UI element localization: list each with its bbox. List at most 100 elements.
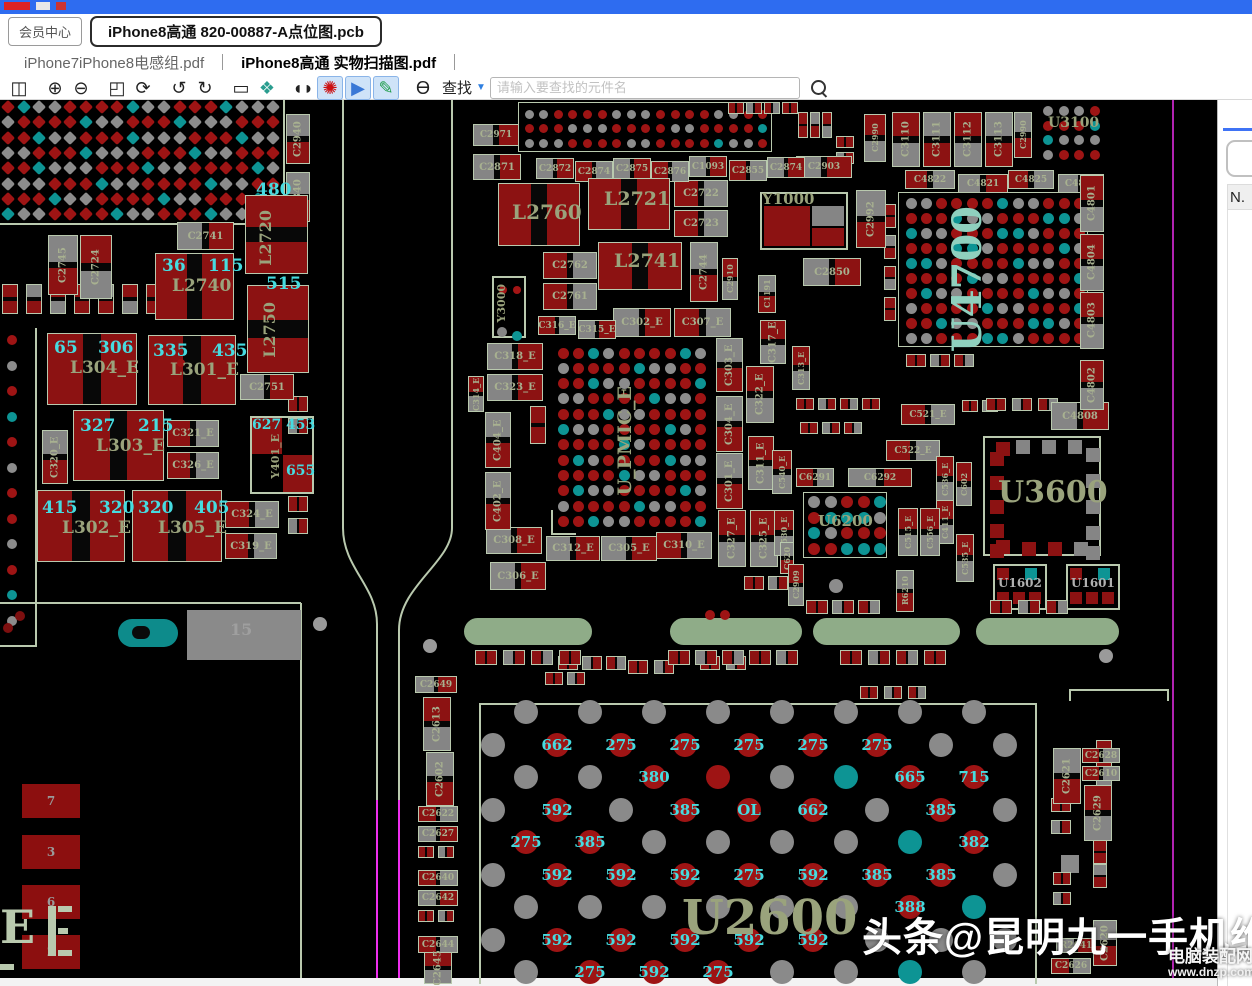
component-L2720[interactable]: [245, 195, 308, 274]
diode-direction-icon[interactable]: ▶: [345, 76, 371, 100]
component-C3112[interactable]: C3112: [954, 112, 982, 167]
component-C2855[interactable]: C2855: [729, 160, 767, 181]
bga-U6200[interactable]: [803, 492, 887, 558]
component-C2628[interactable]: C2628: [1082, 748, 1120, 763]
tab-inductor-pdf[interactable]: iPhone7iPhone8电感组.pdf: [24, 52, 204, 73]
window-titlebar[interactable]: [0, 0, 1252, 14]
component-C2990[interactable]: C2990: [1014, 112, 1032, 158]
component-C3111[interactable]: C3111: [923, 112, 951, 167]
component-C4804[interactable]: C4804: [1080, 234, 1104, 291]
component-C317_E[interactable]: C317_E: [760, 320, 786, 364]
component-C2621[interactable]: C2621: [1053, 748, 1081, 804]
component-C303_E[interactable]: C303_E: [716, 338, 743, 392]
component-C308_E[interactable]: C308_E: [486, 527, 542, 554]
component-C320_E[interactable]: C320_E: [42, 430, 68, 484]
component-C301_E[interactable]: C301_E: [716, 453, 743, 509]
component-C2761[interactable]: C2761: [543, 283, 597, 310]
component-L303_E[interactable]: [73, 410, 164, 481]
component-C322_E[interactable]: C322_E: [746, 366, 774, 423]
component-C2640[interactable]: C2640: [418, 870, 458, 886]
component-L305_E[interactable]: [132, 490, 222, 562]
component-L302_E[interactable]: [37, 490, 125, 562]
component-C306_E[interactable]: C306_E: [490, 562, 546, 590]
component-C324_E[interactable]: C324_E: [225, 501, 279, 528]
refresh-icon[interactable]: ⟳: [131, 77, 155, 99]
search-icon[interactable]: [808, 77, 830, 99]
component-C515_E[interactable]: C515_E: [898, 508, 918, 556]
component-C2910[interactable]: C2910: [722, 258, 738, 300]
panel-search-box[interactable]: [1226, 140, 1252, 177]
component-L2740[interactable]: [155, 253, 234, 320]
component-C321_E[interactable]: C321_E: [167, 420, 219, 447]
component-C2762[interactable]: C2762: [543, 252, 597, 279]
component-C2745[interactable]: C2745: [48, 235, 78, 295]
component-C556_E[interactable]: C556_E: [920, 508, 940, 556]
component-C2751[interactable]: C2751: [240, 374, 294, 400]
component-C2610[interactable]: C2610: [1082, 766, 1120, 781]
component-C2971[interactable]: C2971: [473, 124, 519, 146]
zoom-selection-icon[interactable]: ◰: [105, 77, 129, 99]
component-C313_E[interactable]: C313_E: [792, 346, 810, 390]
component-C2850[interactable]: C2850: [803, 258, 861, 286]
component-C316_E[interactable]: C316_E: [538, 316, 576, 335]
zoom-out-icon[interactable]: ⊖: [69, 77, 93, 99]
bga-U-PMIC-E[interactable]: [552, 343, 710, 531]
find-label[interactable]: 查找: [442, 77, 472, 98]
component-C404_E[interactable]: C404_E: [485, 412, 511, 468]
highlight-lamp-icon[interactable]: ✺: [317, 76, 343, 100]
component-C315_E[interactable]: C315_E: [578, 320, 616, 339]
component-C2645[interactable]: C2645: [424, 952, 452, 984]
bga-top-left[interactable]: [0, 100, 284, 224]
component-C540_E[interactable]: C540_E: [772, 450, 792, 494]
chevron-down-icon[interactable]: ▼: [476, 82, 486, 93]
component-L2741[interactable]: [598, 242, 682, 290]
component-L301_E[interactable]: [148, 335, 236, 405]
component-C2871[interactable]: C2871: [473, 154, 521, 180]
component-C2741[interactable]: C2741: [177, 222, 234, 250]
component-C2629[interactable]: C2629: [1084, 785, 1112, 841]
panel-list[interactable]: [1227, 210, 1252, 986]
component-C2909[interactable]: C2909: [788, 564, 804, 606]
component-C311_E[interactable]: C311_E: [748, 436, 774, 490]
component-C535_E[interactable]: C535_E: [956, 534, 974, 582]
component-C2744[interactable]: C2744: [690, 242, 718, 302]
component-C2874[interactable]: C2874: [767, 157, 805, 178]
component-C3110[interactable]: C3110: [892, 112, 920, 167]
component-C2642[interactable]: C2642: [418, 890, 458, 906]
component-C305_E[interactable]: C305_E: [601, 536, 657, 561]
component-C2990[interactable]: C2990: [864, 114, 886, 162]
component-C2627[interactable]: C2627: [418, 826, 458, 842]
split-view-icon[interactable]: ◫: [7, 77, 31, 99]
component-C312_E[interactable]: C312_E: [546, 536, 600, 561]
component-L2760[interactable]: [498, 183, 580, 246]
component-C4821[interactable]: C4821: [958, 174, 1008, 193]
component-C323_E[interactable]: C323_E: [487, 374, 543, 401]
component-C2723[interactable]: C2723: [674, 210, 728, 237]
component-C521_E[interactable]: C521_E: [901, 404, 955, 425]
component-C327_E[interactable]: C327_E: [718, 510, 746, 567]
component-C2875[interactable]: C2875: [613, 158, 651, 179]
measure-probe-icon[interactable]: ✎: [373, 76, 399, 100]
component-C402_E[interactable]: C402_E: [485, 472, 511, 530]
component-C307_E[interactable]: C307_E: [674, 308, 731, 337]
component-C4822[interactable]: C4822: [905, 170, 955, 189]
rotate-left-icon[interactable]: ↺: [167, 77, 191, 99]
component-C2602[interactable]: C2602: [426, 752, 454, 806]
component-C2644[interactable]: C2644: [418, 936, 458, 953]
pcb-canvas[interactable]: 7362C2971C2871C2741C2751C321_EC326_EC324…: [0, 100, 1217, 986]
component-C2724[interactable]: C2724: [80, 235, 112, 299]
component-C6292[interactable]: C6292: [848, 468, 912, 487]
component-L304_E[interactable]: [47, 333, 137, 405]
member-center-button[interactable]: 会员中心: [8, 17, 82, 46]
component-C2649[interactable]: C2649: [415, 676, 457, 693]
component-L2750[interactable]: [247, 285, 309, 373]
bga-U3100[interactable]: [1038, 102, 1104, 162]
tab-scan-pdf[interactable]: iPhone8高通 实物扫描图.pdf: [241, 52, 436, 73]
zoom-in-icon[interactable]: ⊕: [43, 77, 67, 99]
rotate-right-icon[interactable]: ↻: [193, 77, 217, 99]
component-C1093[interactable]: C1093: [689, 156, 727, 177]
component-C326_E[interactable]: C326_E: [167, 452, 219, 479]
component-C314_E[interactable]: C314_E: [468, 376, 484, 412]
component-C536_E[interactable]: C536_E: [936, 456, 954, 502]
component-C319_E[interactable]: C319_E: [225, 533, 277, 559]
